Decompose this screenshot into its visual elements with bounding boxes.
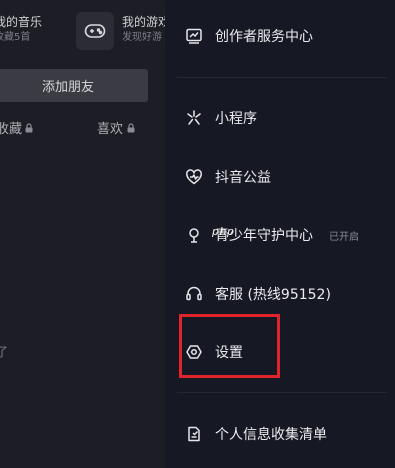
tab-likes[interactable]: 喜欢 xyxy=(97,118,135,137)
my-music-card[interactable]: 我的音乐 收藏5首 xyxy=(0,14,42,46)
creator-center-icon xyxy=(183,25,205,47)
tab-likes-label: 喜欢 xyxy=(97,122,124,137)
watermark: php xyxy=(212,225,234,238)
personal-info-icon xyxy=(183,423,205,445)
my-game-title: 我的游戏 xyxy=(122,15,165,29)
menu-item-label: 抖音公益 xyxy=(215,170,271,186)
tab-favorites[interactable]: 收藏 xyxy=(0,118,33,137)
watermark-text: php xyxy=(212,225,235,238)
my-game-card[interactable]: 我的游戏 发现好游 xyxy=(76,12,165,50)
my-music-subtitle: 收藏5首 xyxy=(0,32,31,43)
menu-divider xyxy=(177,77,387,78)
menu-divider xyxy=(177,392,387,393)
headset-icon xyxy=(183,283,205,305)
lock-icon xyxy=(127,122,135,133)
mini-program-icon xyxy=(183,107,205,129)
settings-highlight-box xyxy=(179,314,280,378)
menu-item-privacy-list[interactable]: 个人信息收集清单 xyxy=(165,414,395,454)
charity-heart-icon xyxy=(183,166,205,188)
menu-item-label: 客服 (热线95152) xyxy=(215,287,331,303)
menu-item-label: 小程序 xyxy=(215,111,257,127)
menu-item-creator-center[interactable]: 创作者服务中心 xyxy=(165,16,395,56)
menu-item-customer-service[interactable]: 客服 (热线95152) xyxy=(165,274,395,314)
my-music-title: 我的音乐 xyxy=(0,15,43,29)
menu-item-label: 个人信息收集清单 xyxy=(215,427,327,443)
menu-item-label: 创作者服务中心 xyxy=(215,29,313,45)
my-game-subtitle: 发现好游 xyxy=(122,32,162,43)
gamepad-icon xyxy=(76,12,114,50)
youth-mode-status-badge: 已开启 xyxy=(329,231,359,243)
menu-item-mini-programs[interactable]: 小程序 xyxy=(165,98,395,138)
profile-page-dimmed: 我的音乐 收藏5首 我的游戏 发现好游 添加朋友 收藏 喜欢 xyxy=(0,0,165,468)
side-menu-drawer: 创作者服务中心 小程序 抖音公益 青少年守护中心 已开启 客服 (热线95152… xyxy=(165,0,395,468)
menu-item-charity[interactable]: 抖音公益 xyxy=(165,157,395,197)
youth-mode-icon xyxy=(183,224,205,246)
tab-favorites-label: 收藏 xyxy=(0,122,23,137)
menu-item-youth-mode[interactable]: 青少年守护中心 已开启 xyxy=(165,215,395,255)
empty-state-text: 了 xyxy=(0,345,9,359)
lock-icon xyxy=(25,122,33,133)
add-friend-button[interactable]: 添加朋友 xyxy=(0,69,148,102)
